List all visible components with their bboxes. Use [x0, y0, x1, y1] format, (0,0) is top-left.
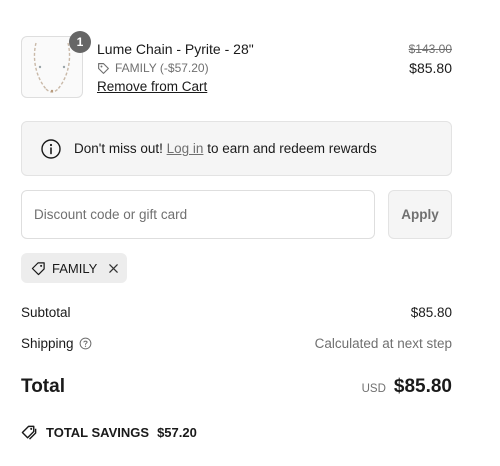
subtotal-row: Subtotal $85.80	[21, 305, 452, 320]
help-circle-icon[interactable]	[79, 337, 92, 350]
shipping-row: Shipping Calculated at next step	[21, 336, 452, 351]
login-link[interactable]: Log in	[167, 141, 204, 156]
rewards-suffix: to earn and redeem rewards	[207, 141, 377, 156]
shipping-label: Shipping	[21, 336, 74, 351]
savings-label: TOTAL SAVINGS	[46, 425, 150, 440]
currency-code: USD	[361, 383, 386, 395]
tag-icon	[31, 261, 45, 275]
total-amount-group: USD $85.80	[362, 376, 452, 398]
original-price: $143.00	[408, 42, 452, 56]
shipping-label-group: Shipping	[21, 336, 92, 351]
savings-value: $57.20	[157, 425, 197, 440]
subtotal-label: Subtotal	[21, 305, 71, 320]
cart-line-item: 1 Lume Chain - Pyrite - 28" FAMILY (-$57…	[21, 31, 452, 98]
product-name: Lume Chain - Pyrite - 28"	[97, 41, 254, 57]
total-label: Total	[21, 376, 65, 397]
line-discount-label: FAMILY (-$57.20)	[115, 61, 209, 75]
rewards-text: Don't miss out! Log in to earn and redee…	[74, 141, 377, 156]
applied-discount-chip: FAMILY	[21, 253, 127, 283]
total-row: Total USD $85.80	[21, 376, 452, 398]
shipping-value: Calculated at next step	[314, 336, 452, 351]
rewards-notice: Don't miss out! Log in to earn and redee…	[21, 121, 452, 176]
rewards-prefix: Don't miss out!	[74, 141, 163, 156]
total-value: $85.80	[393, 376, 452, 397]
apply-button[interactable]: Apply	[388, 190, 452, 239]
tags-icon	[21, 425, 37, 440]
remove-code-button[interactable]	[108, 263, 119, 274]
line-discount: FAMILY (-$57.20)	[97, 61, 209, 75]
info-icon	[41, 138, 61, 159]
total-savings: TOTAL SAVINGS $57.20	[21, 424, 197, 441]
current-price: $85.80	[409, 60, 452, 76]
remove-from-cart-link[interactable]: Remove from Cart	[97, 79, 207, 94]
close-icon	[109, 263, 119, 273]
discount-code-input[interactable]	[21, 190, 375, 239]
subtotal-value: $85.80	[410, 305, 452, 320]
product-thumbnail: 1	[21, 31, 91, 98]
applied-code-label: FAMILY	[52, 260, 98, 276]
tag-icon	[98, 62, 109, 74]
quantity-badge: 1	[69, 31, 91, 53]
